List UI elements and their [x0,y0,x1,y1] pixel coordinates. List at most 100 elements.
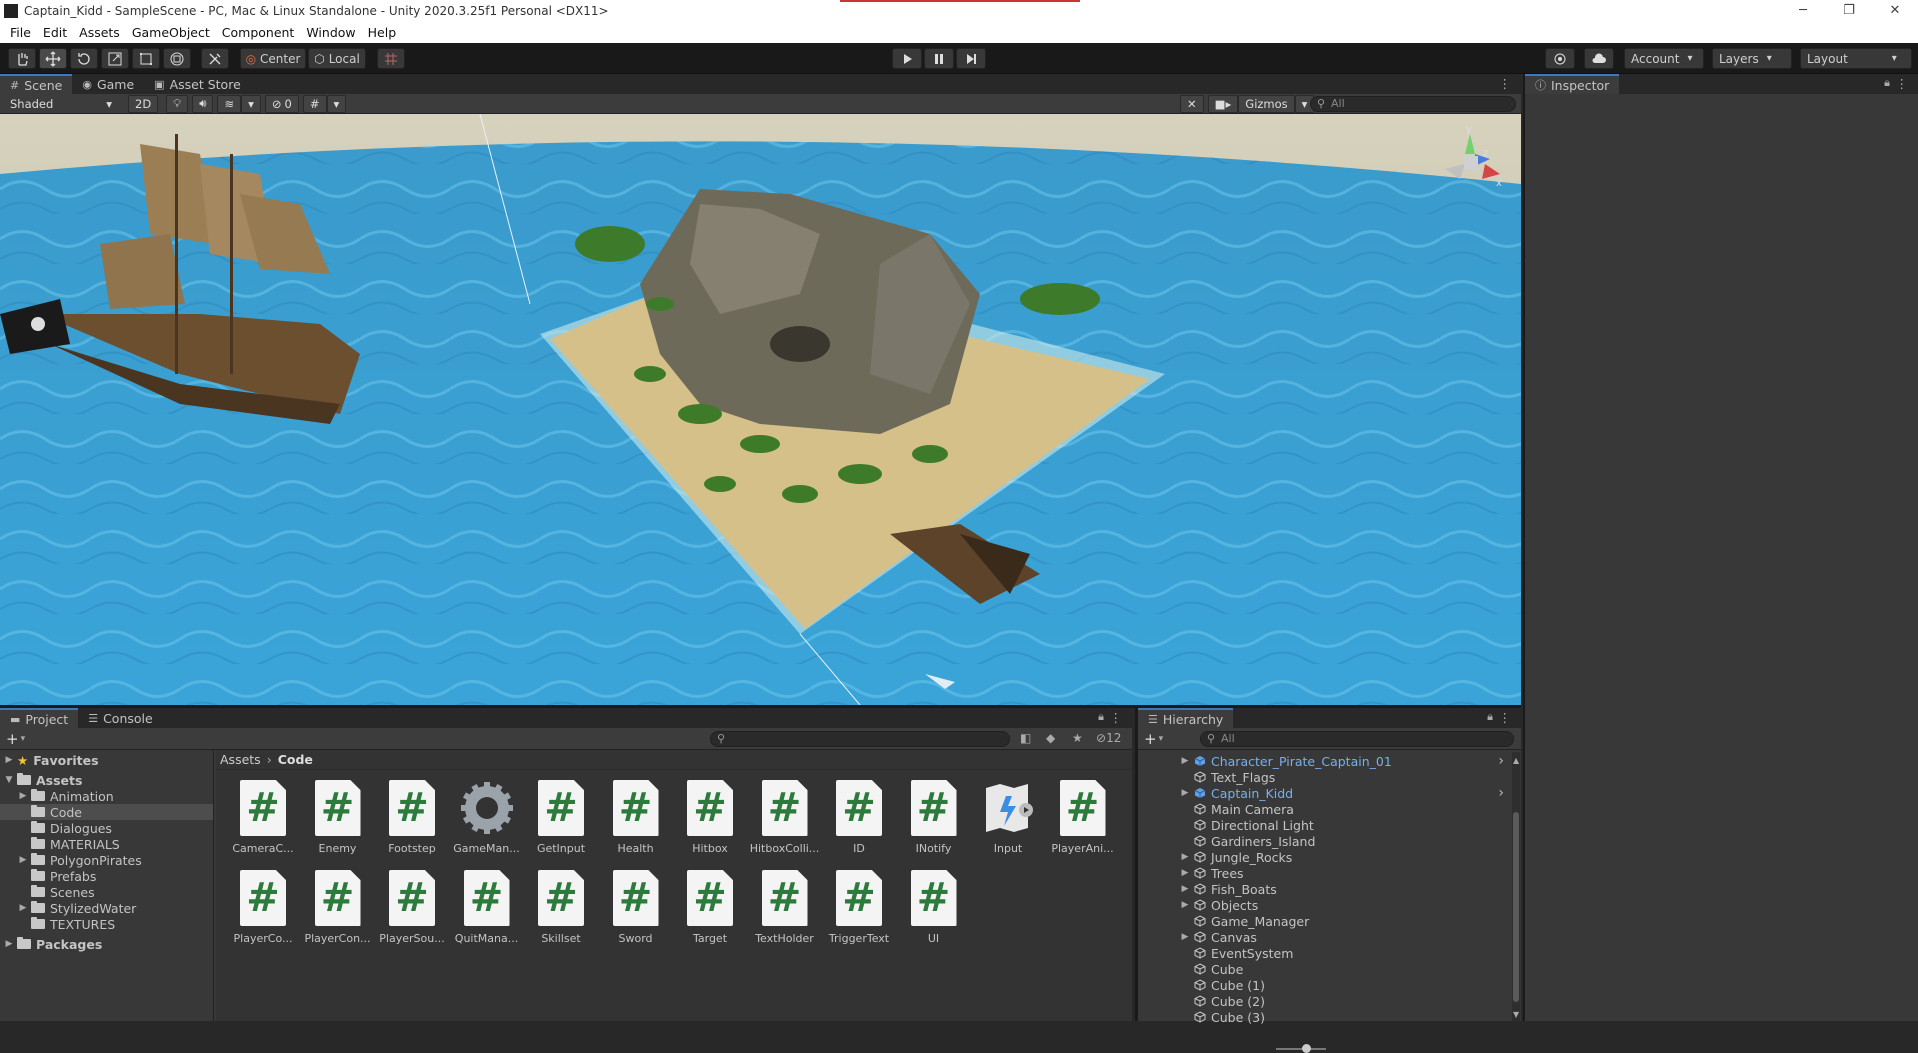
tab-hierarchy[interactable]: ☰ Hierarchy [1138,708,1234,728]
pause-button[interactable] [924,48,954,69]
hidden-packages-toggle[interactable]: ⊘12 [1096,731,1121,745]
asset-item[interactable]: # PlayerCon... [303,870,373,945]
asset-item[interactable]: # TextHolder [750,870,820,945]
tree-item[interactable]: ▶ Packages [0,936,213,952]
asset-item[interactable]: # PlayerAni... [1048,780,1118,855]
hierarchy-item[interactable]: Cube [1138,961,1508,977]
hierarchy-item[interactable]: Gardiners_Island [1138,833,1508,849]
menu-window[interactable]: Window [306,25,355,40]
fold-arrow-icon[interactable]: ▶ [18,855,28,865]
scroll-up-icon[interactable]: ▲ [1513,756,1519,765]
pivot-center-button[interactable]: ◎ Center [240,48,306,69]
asset-item[interactable]: # INotify [899,780,969,855]
tab-game[interactable]: ◉ Game [72,74,144,94]
asset-item[interactable]: # Skillset [526,870,596,945]
asset-item[interactable]: # ID [824,780,894,855]
asset-item[interactable]: # Sword [601,870,671,945]
tree-item[interactable]: ▶ StylizedWater [0,900,213,916]
favorite-star-icon[interactable]: ★ [1072,731,1083,745]
effects-toggle[interactable]: ≋ [217,94,242,113]
rotate-tool-button[interactable] [70,48,98,69]
fold-arrow-icon[interactable]: ▶ [18,791,28,801]
grid-snap-button[interactable] [377,48,405,69]
asset-item[interactable]: # UI [899,870,969,945]
shading-mode-dropdown[interactable]: Shaded ▾ [4,94,118,113]
scene-viewport[interactable]: y z x [0,114,1521,705]
breadcrumb-assets[interactable]: Assets [220,752,261,767]
tree-item[interactable]: ▶ ★ Favorites [0,752,213,768]
tree-item[interactable]: Scenes [0,884,213,900]
asset-item[interactable]: # Hitbox [675,780,745,855]
move-tool-button[interactable] [39,48,67,69]
chevron-down-icon[interactable]: ▾ [1159,734,1164,744]
menu-help[interactable]: Help [368,25,397,40]
icon-size-slider[interactable] [1276,1044,1326,1053]
hierarchy-item[interactable]: ▶ Captain_Kidd › [1138,785,1508,801]
filter-by-label-icon[interactable]: ◆ [1046,731,1055,745]
tab-project[interactable]: ▬ Project [0,708,79,728]
asset-item[interactable]: # Enemy [303,780,373,855]
fold-arrow-icon[interactable]: ▶ [1180,852,1190,862]
lock-icon[interactable]: 🔒︎ [1884,76,1890,90]
tree-item[interactable]: ▼ Assets [0,772,213,788]
fold-arrow-icon[interactable]: ▶ [1180,900,1190,910]
asset-item[interactable]: # TriggerText [824,870,894,945]
hierarchy-item[interactable]: ▶ Fish_Boats [1138,881,1508,897]
menu-edit[interactable]: Edit [43,25,67,40]
asset-item[interactable]: # Target [675,870,745,945]
asset-item[interactable]: GameMan... [452,780,522,855]
minimize-button[interactable]: ─ [1780,0,1826,22]
camera-dropdown[interactable]: ■▸ [1207,95,1239,113]
toggle-2d-button[interactable]: 2D [128,94,159,113]
hierarchy-item[interactable]: ▶ Jungle_Rocks [1138,849,1508,865]
open-prefab-arrow-icon[interactable]: › [1498,785,1504,801]
fold-arrow-icon[interactable]: ▶ [1180,788,1190,798]
hierarchy-item[interactable]: Main Camera [1138,801,1508,817]
asset-item[interactable]: # QuitMana... [452,870,522,945]
hierarchy-item[interactable]: ▶ Objects [1138,897,1508,913]
scale-tool-button[interactable] [101,48,129,69]
play-button[interactable] [892,48,922,69]
grid-toggle[interactable]: # [302,94,327,113]
grid-dropdown[interactable]: ▾ [326,94,347,113]
asset-item[interactable]: # HitboxColli... [750,780,820,855]
fold-arrow-icon[interactable]: ▶ [1180,884,1190,894]
hidden-objects-toggle[interactable]: ⊘ 0 [264,94,299,113]
lock-icon[interactable]: 🔒︎ [1098,710,1104,724]
step-button[interactable] [956,48,986,69]
space-local-button[interactable]: ⬡ Local [308,48,366,69]
asset-item[interactable]: # CameraC... [228,780,298,855]
tab-scene[interactable]: # Scene [0,74,73,94]
tab-asset-store[interactable]: ▣ Asset Store [144,74,251,94]
scrollbar-thumb[interactable] [1513,812,1519,1002]
chevron-down-icon[interactable]: ▾ [21,734,26,744]
tree-item[interactable]: Dialogues [0,820,213,836]
create-add-icon[interactable]: + [1144,730,1157,748]
asset-item[interactable]: # Health [601,780,671,855]
menu-file[interactable]: File [10,25,31,40]
hierarchy-item[interactable]: Text_Flags [1138,769,1508,785]
asset-item[interactable]: # Footstep [377,780,447,855]
hierarchy-item[interactable]: ▶ Character_Pirate_Captain_01 › [1138,753,1508,769]
effects-dropdown[interactable]: ▾ [241,94,261,113]
scene-search-input[interactable]: All [1310,96,1516,112]
layers-dropdown[interactable]: Layers [1712,48,1792,69]
asset-item[interactable]: # PlayerCo... [228,870,298,945]
project-more-menu-icon[interactable]: ⋮ [1110,710,1123,725]
fold-arrow-icon[interactable]: ▼ [4,775,14,785]
asset-item[interactable]: Input [973,780,1043,855]
hierarchy-item[interactable]: Directional Light [1138,817,1508,833]
rect-tool-button[interactable] [132,48,160,69]
hierarchy-item[interactable]: Game_Manager [1138,913,1508,929]
close-button[interactable]: ✕ [1872,0,1918,22]
create-add-icon[interactable]: + [6,730,19,748]
transform-tool-button[interactable] [163,48,191,69]
open-prefab-arrow-icon[interactable]: › [1498,753,1504,769]
tree-item[interactable]: ▶ Animation [0,788,213,804]
lighting-toggle[interactable]: 💡︎ [166,94,189,113]
filter-by-type-icon[interactable]: ◧ [1020,731,1031,745]
layout-dropdown[interactable]: Layout [1800,48,1912,69]
hierarchy-item[interactable]: Cube (1) [1138,977,1508,993]
fold-arrow-icon[interactable]: ▶ [18,903,28,913]
hierarchy-item[interactable]: ▶ Trees [1138,865,1508,881]
